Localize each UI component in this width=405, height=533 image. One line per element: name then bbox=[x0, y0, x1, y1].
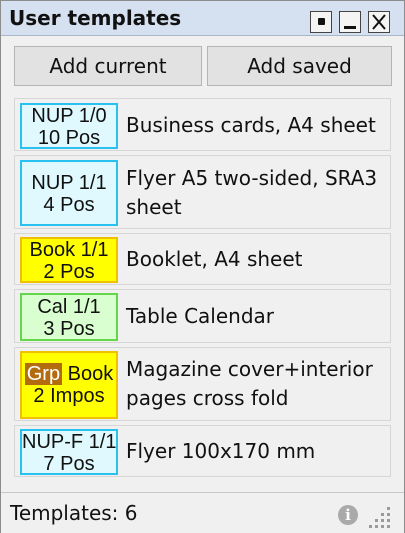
template-badge: Grp Book 2 Impos bbox=[20, 351, 118, 419]
close-x-glyph bbox=[372, 14, 386, 30]
close-icon[interactable] bbox=[368, 11, 390, 33]
template-badge: Book 1/1 2 Pos bbox=[20, 237, 118, 283]
grip-dot bbox=[387, 519, 390, 522]
status-bar: Templates: 6 i bbox=[1, 492, 404, 533]
user-templates-panel: User templates Add current Add saved NUP… bbox=[0, 0, 405, 533]
badge-positions: 3 Pos bbox=[43, 318, 95, 340]
badge-mode-text: Book bbox=[67, 363, 114, 385]
pin-dot bbox=[318, 18, 325, 25]
template-badge: NUP 1/0 10 Pos bbox=[20, 103, 118, 149]
pin-icon[interactable] bbox=[310, 11, 332, 33]
template-description: Booklet, A4 sheet bbox=[126, 247, 303, 271]
badge-positions: 10 Pos bbox=[37, 127, 101, 149]
template-row[interactable]: NUP 1/1 4 Pos Flyer A5 two-sided, SRA3 s… bbox=[14, 155, 391, 229]
template-description: Flyer A5 two-sided, SRA3 sheet bbox=[126, 166, 378, 219]
grip-dot bbox=[381, 513, 384, 516]
add-saved-button[interactable]: Add saved bbox=[207, 46, 392, 86]
template-row[interactable]: Grp Book 2 Impos Magazine cover+interior… bbox=[14, 347, 391, 421]
template-badge: NUP-F 1/1 7 Pos bbox=[20, 429, 118, 475]
minimize-icon[interactable] bbox=[339, 11, 361, 33]
group-tag: Grp bbox=[24, 363, 63, 385]
title-bar: User templates bbox=[1, 1, 404, 36]
badge-mode: Grp Book bbox=[22, 363, 116, 385]
badge-positions: 2 Pos bbox=[43, 261, 95, 283]
grip-dot bbox=[381, 525, 384, 528]
badge-positions: 7 Pos bbox=[43, 453, 95, 475]
resize-grip-icon[interactable] bbox=[369, 505, 393, 529]
template-description: Business cards, A4 sheet bbox=[126, 113, 376, 137]
grip-dot bbox=[375, 525, 378, 528]
minimize-bar bbox=[344, 26, 356, 29]
grip-dot bbox=[369, 525, 372, 528]
grip-dot bbox=[375, 519, 378, 522]
badge-positions: 4 Pos bbox=[43, 194, 95, 216]
grip-dot bbox=[381, 519, 384, 522]
template-description: Magazine cover+interior pages cross fold bbox=[126, 357, 373, 410]
grip-dot bbox=[387, 525, 390, 528]
template-badge: NUP 1/1 4 Pos bbox=[20, 160, 118, 226]
template-row[interactable]: NUP-F 1/1 7 Pos Flyer 100x170 mm bbox=[14, 425, 391, 477]
badge-mode: NUP 1/0 bbox=[31, 105, 107, 127]
template-row[interactable]: NUP 1/0 10 Pos Business cards, A4 sheet bbox=[14, 98, 391, 151]
grip-dot bbox=[387, 513, 390, 516]
badge-mode: NUP 1/1 bbox=[31, 172, 107, 194]
window-title: User templates bbox=[9, 6, 182, 30]
template-row[interactable]: Cal 1/1 3 Pos Table Calendar bbox=[14, 289, 391, 343]
badge-mode: Cal 1/1 bbox=[37, 296, 101, 318]
templates-count: Templates: 6 bbox=[10, 501, 138, 525]
badge-mode: NUP-F 1/1 bbox=[22, 431, 117, 453]
badge-positions: 2 Impos bbox=[33, 385, 105, 407]
badge-mode: Book 1/1 bbox=[29, 239, 109, 261]
template-description: Table Calendar bbox=[126, 304, 275, 328]
template-description: Flyer 100x170 mm bbox=[126, 439, 316, 463]
add-current-button[interactable]: Add current bbox=[14, 46, 202, 86]
template-row[interactable]: Book 1/1 2 Pos Booklet, A4 sheet bbox=[14, 233, 391, 285]
grip-dot bbox=[387, 507, 390, 510]
info-icon[interactable]: i bbox=[338, 505, 358, 525]
template-badge: Cal 1/1 3 Pos bbox=[20, 293, 118, 341]
